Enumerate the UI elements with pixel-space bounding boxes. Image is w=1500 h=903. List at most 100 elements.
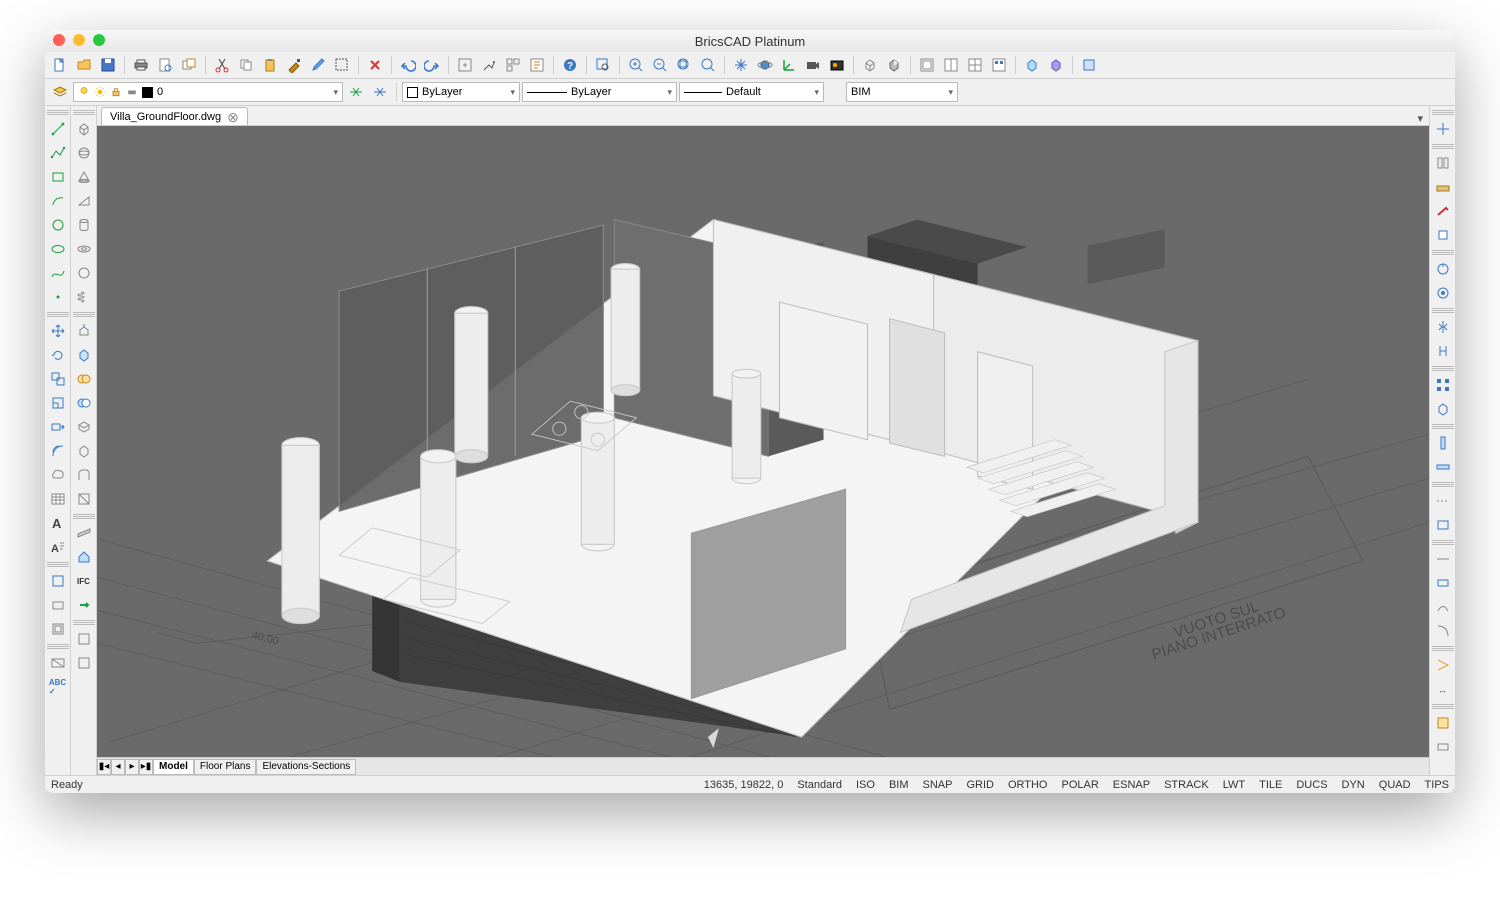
union-tool[interactable] <box>73 368 95 390</box>
view-top-button[interactable] <box>1078 54 1100 76</box>
layout-tab-floor-plans[interactable]: Floor Plans <box>194 759 257 775</box>
align-tool[interactable] <box>1432 282 1454 304</box>
misc-tool-3[interactable] <box>47 618 69 640</box>
orbit-button[interactable] <box>754 54 776 76</box>
status-toggle-quad[interactable]: QUAD <box>1379 779 1411 791</box>
rotate-3d-tool[interactable] <box>1432 258 1454 280</box>
explorer-button[interactable] <box>478 54 500 76</box>
table-tool[interactable] <box>47 488 69 510</box>
paste-button[interactable] <box>259 54 281 76</box>
layout4-button[interactable] <box>988 54 1010 76</box>
status-toggle-dyn[interactable]: DYN <box>1342 779 1365 791</box>
flip-tool[interactable] <box>1432 340 1454 362</box>
torus-tool[interactable] <box>73 238 95 260</box>
misc-tool-1[interactable] <box>47 570 69 592</box>
ifc-export-button[interactable] <box>73 594 95 616</box>
status-toggle-standard[interactable]: Standard <box>797 779 842 791</box>
3d-viewport[interactable]: VUOTO SUL PIANO INTERRATO 40,00 <box>97 126 1429 757</box>
array-tool[interactable] <box>1432 374 1454 396</box>
extrude-tool[interactable] <box>73 320 95 342</box>
line-tool[interactable] <box>47 118 69 140</box>
prev-layout-button[interactable]: ◂ <box>111 759 125 775</box>
spell-check-tool[interactable]: ABC✓ <box>47 676 69 698</box>
bim-profile-tool[interactable] <box>1432 712 1454 734</box>
slab-tool[interactable] <box>1432 456 1454 478</box>
erase-button[interactable] <box>364 54 386 76</box>
redo-button[interactable] <box>421 54 443 76</box>
pyramid-tool[interactable] <box>73 262 95 284</box>
layout1-button[interactable] <box>916 54 938 76</box>
mirror-tool[interactable] <box>1432 316 1454 338</box>
close-tab-icon[interactable]: ⊗ <box>227 110 239 124</box>
rectangle-tool[interactable] <box>47 166 69 188</box>
status-toggle-lwt[interactable]: LWT <box>1223 779 1245 791</box>
ifc-import-button[interactable]: IFC <box>73 570 95 592</box>
section-plane-tool[interactable] <box>73 488 95 510</box>
sweep-tool[interactable] <box>73 464 95 486</box>
zoom-extents-button[interactable] <box>673 54 695 76</box>
new-file-button[interactable] <box>49 54 71 76</box>
grid-3d-tool[interactable] <box>1432 398 1454 420</box>
select-button[interactable] <box>331 54 353 76</box>
document-tab[interactable]: Villa_GroundFloor.dwg ⊗ <box>101 107 248 125</box>
move-tool[interactable] <box>47 320 69 342</box>
zoom-out-button[interactable] <box>649 54 671 76</box>
ucs-button[interactable] <box>778 54 800 76</box>
wedge-tool[interactable] <box>73 190 95 212</box>
circle-tool[interactable] <box>47 214 69 236</box>
layout3-button[interactable] <box>964 54 986 76</box>
helix-tool[interactable] <box>73 286 95 308</box>
layer-isolate-button[interactable] <box>369 81 391 103</box>
zoom-realtime-button[interactable] <box>697 54 719 76</box>
zoom-window-tool[interactable] <box>592 54 614 76</box>
properties-button[interactable] <box>526 54 548 76</box>
wall-tool[interactable] <box>73 522 95 544</box>
cylinder-tool[interactable] <box>73 214 95 236</box>
layout-tab-model[interactable]: Model <box>153 759 194 775</box>
pushpull-tool[interactable] <box>1432 200 1454 222</box>
status-toggle-polar[interactable]: POLAR <box>1062 779 1099 791</box>
eyedropper-button[interactable] <box>307 54 329 76</box>
subtract-tool[interactable] <box>73 392 95 414</box>
pan-button[interactable] <box>730 54 752 76</box>
cut-button[interactable] <box>211 54 233 76</box>
ellipse-tool[interactable] <box>47 238 69 260</box>
layer-manager-button[interactable] <box>49 81 71 103</box>
offset-tool[interactable] <box>47 440 69 462</box>
status-toggle-strack[interactable]: STRACK <box>1164 779 1209 791</box>
tab-menu-chevron-icon[interactable]: ▾ <box>1417 112 1429 125</box>
render-button[interactable] <box>826 54 848 76</box>
text-tool[interactable]: A <box>47 512 69 534</box>
connect-tool[interactable] <box>1432 224 1454 246</box>
shaded-button[interactable] <box>883 54 905 76</box>
status-toggle-grid[interactable]: GRID <box>966 779 994 791</box>
arc-tool[interactable] <box>47 190 69 212</box>
zoom-window-button[interactable] <box>93 34 105 46</box>
quickdraw-tool[interactable] <box>1432 152 1454 174</box>
extra-tool-8[interactable]: ↔ <box>1432 678 1454 700</box>
misc-3d-tool-1[interactable] <box>73 628 95 650</box>
copy-tool[interactable] <box>47 368 69 390</box>
stretch-tool[interactable] <box>47 416 69 438</box>
print-preview-button[interactable] <box>154 54 176 76</box>
publish-button[interactable] <box>178 54 200 76</box>
point-tool[interactable] <box>47 286 69 308</box>
linetype-combo[interactable]: ByLayer ▾ <box>522 82 677 102</box>
first-layout-button[interactable]: ▮◂ <box>97 759 111 775</box>
camera-button[interactable] <box>802 54 824 76</box>
status-toggle-ortho[interactable]: ORTHO <box>1008 779 1048 791</box>
extra-tool-6[interactable] <box>1432 620 1454 642</box>
spline-tool[interactable] <box>47 262 69 284</box>
revcloud-tool[interactable] <box>47 464 69 486</box>
lineweight-combo[interactable]: Default ▾ <box>679 82 824 102</box>
status-toggle-ducs[interactable]: DUCS <box>1296 779 1327 791</box>
layer-freeze-button[interactable] <box>345 81 367 103</box>
status-toggle-tile[interactable]: TILE <box>1259 779 1282 791</box>
extra-tool-7[interactable] <box>1432 654 1454 676</box>
status-toggle-snap[interactable]: SNAP <box>923 779 953 791</box>
undo-button[interactable] <box>397 54 419 76</box>
extra-tool-5[interactable] <box>1432 596 1454 618</box>
sphere-tool[interactable] <box>73 142 95 164</box>
slice-tool[interactable] <box>73 440 95 462</box>
extra-tool-1[interactable] <box>1432 490 1454 512</box>
